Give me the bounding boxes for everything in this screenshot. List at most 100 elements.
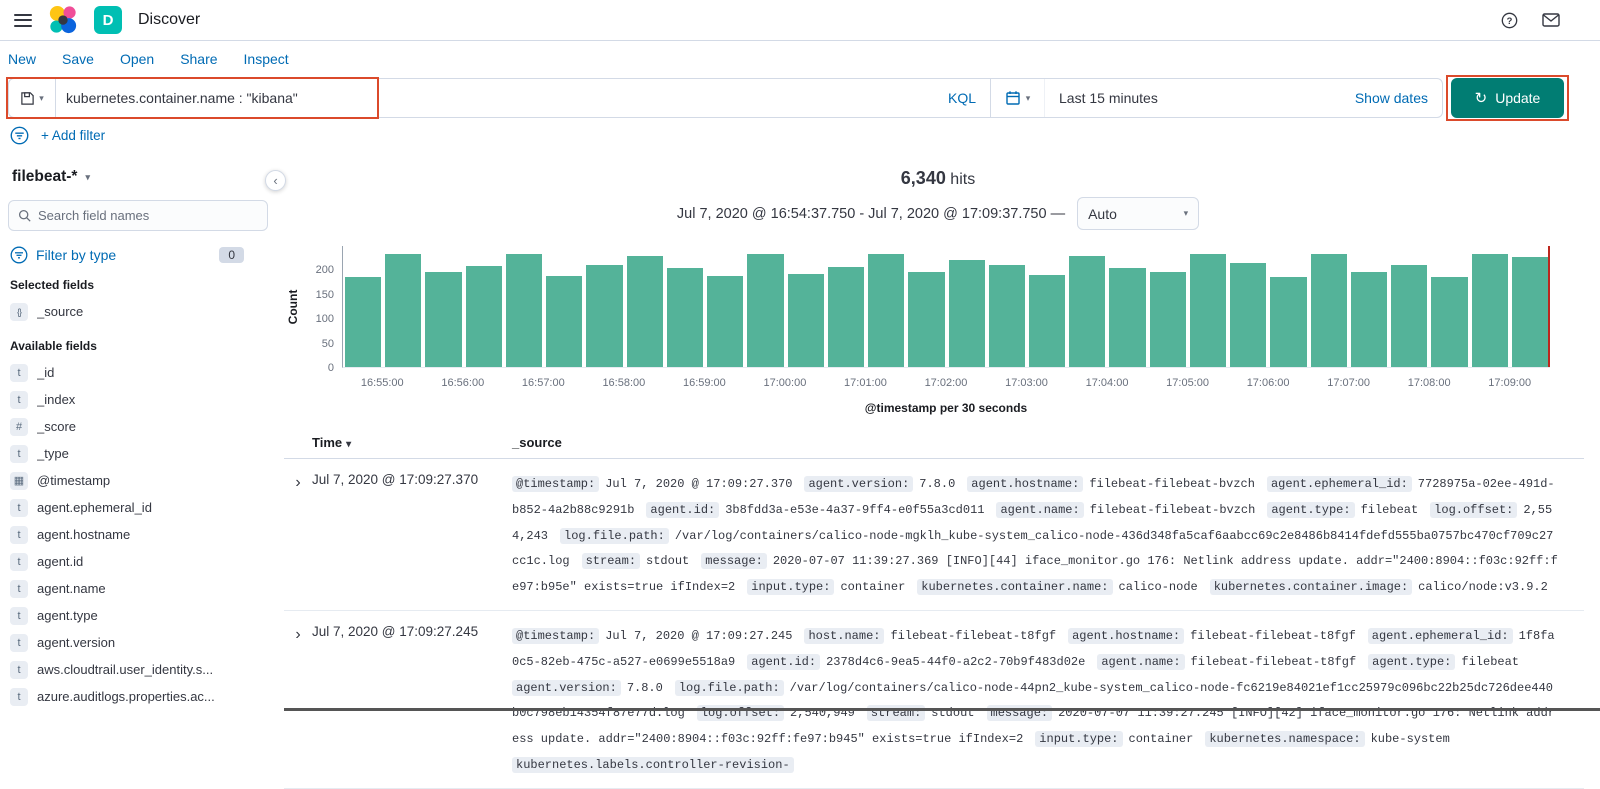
source-field-key: agent.id:: [747, 653, 821, 670]
histogram-bar[interactable]: [465, 265, 502, 367]
x-axis-labels: 16:55:00 16:56:00 16:57:00 16:58:00 16:59:00…: [342, 377, 1550, 389]
histogram-bar[interactable]: [586, 265, 623, 367]
field-item-agent.id[interactable]: t agent.id: [8, 548, 268, 575]
histogram-bar[interactable]: [1230, 262, 1267, 367]
nav-item-save[interactable]: Save: [62, 51, 94, 67]
histogram-bar[interactable]: [626, 256, 663, 367]
field-item-_index[interactable]: t _index: [8, 386, 268, 413]
histogram-bar[interactable]: [666, 267, 704, 367]
histogram-bar[interactable]: [1028, 275, 1066, 367]
histogram-bar[interactable]: [1471, 254, 1508, 367]
field-item-aws.cloudtrail.user_identity.s...[interactable]: t aws.cloudtrail.user_identity.s...: [8, 656, 268, 683]
field-item-agent.type[interactable]: t agent.type: [8, 602, 268, 629]
filter-icon[interactable]: [10, 126, 29, 145]
histogram-bar[interactable]: [1391, 265, 1428, 367]
histogram-bar[interactable]: [948, 260, 985, 367]
source-column-header: _source: [512, 435, 562, 450]
help-icon[interactable]: ?: [1501, 12, 1518, 29]
source-field-value: filebeat-filebeat-bvzch: [1089, 502, 1256, 517]
y-axis-title: Count: [286, 289, 300, 325]
time-column-header[interactable]: Time ▾: [312, 435, 512, 450]
histogram-bar[interactable]: [385, 254, 422, 367]
query-input[interactable]: [56, 79, 934, 117]
quick-select-time-button[interactable]: ▾: [991, 79, 1045, 117]
available-fields-heading: Available fields: [10, 339, 97, 353]
histogram-bar[interactable]: [1310, 254, 1347, 367]
histogram-bar[interactable]: [425, 272, 462, 367]
histogram-bar[interactable]: [1189, 254, 1227, 367]
source-field-key: kubernetes.namespace:: [1205, 731, 1365, 748]
source-field-key: log.file.path:: [560, 527, 669, 544]
field-search-input[interactable]: [38, 208, 258, 223]
field-item-agent.ephemeral_id[interactable]: t agent.ephemeral_id: [8, 494, 268, 521]
field-item-_score[interactable]: # _score: [8, 413, 268, 440]
histogram-bar[interactable]: [345, 277, 382, 367]
histogram-bar[interactable]: [546, 276, 583, 367]
field-name: agent.id: [37, 554, 84, 569]
field-item-_source[interactable]: {} _source: [8, 298, 268, 325]
add-filter-button[interactable]: + Add filter: [41, 128, 105, 143]
source-field-key: @timestamp:: [512, 476, 600, 492]
x-tick-label: 17:04:00: [1085, 377, 1129, 389]
field-item-@timestamp[interactable]: ▦ @timestamp: [8, 467, 268, 494]
source-field-key: agent.type:: [1368, 653, 1456, 670]
histogram-bar[interactable]: [827, 267, 865, 367]
histogram-interval-select[interactable]: Auto ▾: [1077, 197, 1200, 230]
field-item-_type[interactable]: t _type: [8, 440, 268, 467]
x-axis-title: @timestamp per 30 seconds: [864, 401, 1028, 415]
show-dates-button[interactable]: Show dates: [1355, 90, 1442, 106]
expand-row-icon[interactable]: ›: [284, 624, 312, 779]
histogram-bar[interactable]: [1511, 256, 1549, 367]
histogram-bar[interactable]: [988, 264, 1025, 367]
histogram-bar[interactable]: [787, 274, 824, 367]
field-name: agent.ephemeral_id: [37, 500, 152, 515]
x-tick-label: 16:56:00: [441, 377, 485, 389]
space-avatar[interactable]: D: [94, 6, 122, 34]
source-field-value: calico-node: [1118, 580, 1198, 595]
x-tick-label: 16:59:00: [682, 377, 726, 389]
expand-row-icon[interactable]: ›: [284, 472, 312, 601]
histogram-bar[interactable]: [1149, 272, 1186, 367]
saved-query-menu-button[interactable]: ▾: [8, 78, 56, 118]
field-item-_id[interactable]: t _id: [8, 359, 268, 386]
nav-item-open[interactable]: Open: [120, 51, 154, 67]
menu-icon[interactable]: [14, 13, 32, 27]
filter-by-type-label: Filter by type: [36, 247, 117, 263]
newsfeed-icon[interactable]: [1542, 13, 1560, 27]
histogram-bar[interactable]: [1270, 276, 1307, 367]
source-field-value: Jul 7, 2020 @ 17:09:27.245: [605, 628, 793, 643]
field-type-icon: t: [10, 525, 28, 544]
nav-item-share[interactable]: Share: [180, 51, 217, 67]
sort-descending-icon[interactable]: ▾: [346, 439, 351, 450]
field-item-agent.version[interactable]: t agent.version: [8, 629, 268, 656]
source-field-value: 7.8.0: [919, 477, 956, 491]
index-pattern-switcher[interactable]: filebeat-* ▾: [8, 160, 268, 194]
histogram-bar[interactable]: [1431, 276, 1468, 367]
hits-label: hits: [950, 171, 976, 188]
source-field-value: container: [840, 580, 906, 595]
histogram-bar[interactable]: [707, 276, 744, 367]
nav-item-new[interactable]: New: [8, 51, 36, 67]
y-tick-label: 100: [315, 313, 334, 326]
histogram-bar[interactable]: [747, 254, 784, 367]
histogram-bar[interactable]: [908, 272, 945, 367]
kql-language-button[interactable]: KQL: [934, 90, 990, 106]
field-type-icon: t: [10, 660, 28, 679]
collapse-sidebar-icon[interactable]: ‹: [265, 170, 286, 191]
nav-item-inspect[interactable]: Inspect: [244, 51, 289, 67]
time-range-value[interactable]: Last 15 minutes: [1045, 90, 1158, 106]
histogram-bar[interactable]: [1350, 272, 1388, 367]
filter-by-type-toggle[interactable]: Filter by type 0: [8, 246, 268, 264]
doc-time-cell: Jul 7, 2020 @ 17:09:27.370: [312, 472, 479, 487]
field-item-agent.hostname[interactable]: t agent.hostname: [8, 521, 268, 548]
elastic-logo[interactable]: [48, 5, 78, 35]
histogram-bar[interactable]: [1109, 268, 1146, 367]
histogram-bar[interactable]: [868, 253, 905, 367]
field-item-azure.auditlogs.properties.ac...[interactable]: t azure.auditlogs.properties.ac...: [8, 683, 268, 710]
field-item-agent.name[interactable]: t agent.name: [8, 575, 268, 602]
histogram-bar[interactable]: [505, 253, 543, 367]
source-field-value: 7.8.0: [626, 680, 663, 695]
update-button[interactable]: ↻ Update: [1451, 78, 1564, 118]
source-field-key: agent.name:: [996, 501, 1084, 518]
histogram-bar[interactable]: [1069, 256, 1106, 367]
